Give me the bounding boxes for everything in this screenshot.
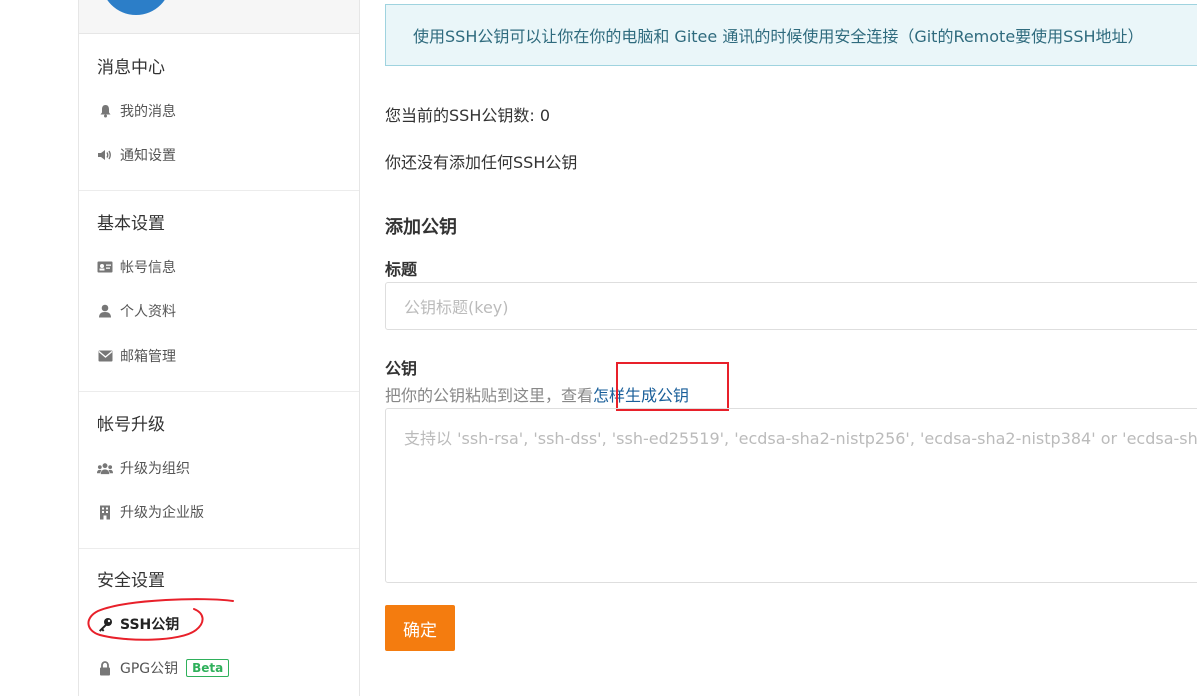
public-key-textarea[interactable]: 支持以 'ssh-rsa', 'ssh-dss', 'ssh-ed25519',… xyxy=(385,408,1197,583)
ssh-key-count: 您当前的SSH公钥数: 0 xyxy=(385,106,551,125)
key-icon xyxy=(97,616,113,632)
id-card-icon xyxy=(97,259,113,275)
sidebar-item-label: 我的消息 xyxy=(120,104,176,120)
title-label: 标题 xyxy=(385,260,418,279)
public-key-label: 公钥 xyxy=(385,359,418,378)
lock-icon xyxy=(97,660,113,676)
public-key-hint: 把你的公钥粘贴到这里，查看怎样生成公钥 xyxy=(385,382,689,406)
key-title-placeholder: 公钥标题(key) xyxy=(404,298,509,317)
public-key-hint-text: 把你的公钥粘贴到这里，查看 xyxy=(385,386,594,405)
how-to-generate-key-link[interactable]: 怎样生成公钥 xyxy=(593,386,689,405)
public-key-placeholder: 支持以 'ssh-rsa', 'ssh-dss', 'ssh-ed25519',… xyxy=(404,429,1197,448)
section-title-basic: 基本设置 xyxy=(97,214,165,234)
bell-icon xyxy=(97,103,113,119)
no-keys-message: 你还没有添加任何SSH公钥 xyxy=(385,153,578,172)
sidebar-item-label: 升级为企业版 xyxy=(120,505,204,521)
sidebar-item-gpg-keys[interactable]: GPG公钥 Beta xyxy=(97,658,230,678)
divider xyxy=(79,190,359,191)
avatar-row xyxy=(79,0,359,34)
user-icon xyxy=(97,303,113,319)
sidebar-item-profile[interactable]: 个人资料 xyxy=(97,301,176,321)
sidebar-item-email-management[interactable]: 邮箱管理 xyxy=(97,346,176,366)
section-title-security: 安全设置 xyxy=(97,571,165,591)
building-icon xyxy=(97,504,113,520)
beta-badge: Beta xyxy=(186,659,230,677)
avatar[interactable] xyxy=(101,0,171,15)
sidebar-item-upgrade-organization[interactable]: 升级为组织 xyxy=(97,458,190,478)
settings-sidebar: 消息中心 我的消息 通知设置 基本设置 帐号信息 个人资料 邮箱管理 帐号升级 xyxy=(78,0,360,696)
sidebar-item-my-messages[interactable]: 我的消息 xyxy=(97,101,176,121)
sidebar-item-label: 邮箱管理 xyxy=(120,349,176,365)
sidebar-item-account-info[interactable]: 帐号信息 xyxy=(97,257,176,277)
divider xyxy=(79,548,359,549)
sidebar-item-label: 个人资料 xyxy=(120,304,176,320)
sidebar-item-label: 通知设置 xyxy=(120,148,176,164)
speaker-icon xyxy=(97,147,113,163)
users-icon xyxy=(97,460,113,476)
divider xyxy=(79,391,359,392)
info-notice: 使用SSH公钥可以让你在你的电脑和 Gitee 通讯的时候使用安全连接（Git的… xyxy=(385,4,1197,66)
confirm-button[interactable]: 确定 xyxy=(385,605,455,651)
sidebar-item-label: 升级为组织 xyxy=(120,461,190,477)
sidebar-item-label: SSH公钥 xyxy=(120,617,180,633)
sidebar-item-notification-settings[interactable]: 通知设置 xyxy=(97,145,176,165)
add-key-heading: 添加公钥 xyxy=(385,217,457,238)
section-title-messages: 消息中心 xyxy=(97,58,165,78)
sidebar-item-label: GPG公钥 xyxy=(120,661,179,677)
sidebar-item-upgrade-enterprise[interactable]: 升级为企业版 xyxy=(97,502,204,522)
sidebar-item-ssh-keys[interactable]: SSH公钥 xyxy=(97,614,179,634)
main-content: 使用SSH公钥可以让你在你的电脑和 Gitee 通讯的时候使用安全连接（Git的… xyxy=(385,0,1197,696)
envelope-icon xyxy=(97,348,113,364)
key-title-input[interactable]: 公钥标题(key) xyxy=(385,282,1197,330)
sidebar-item-label: 帐号信息 xyxy=(120,260,176,276)
section-title-upgrade: 帐号升级 xyxy=(97,415,165,435)
